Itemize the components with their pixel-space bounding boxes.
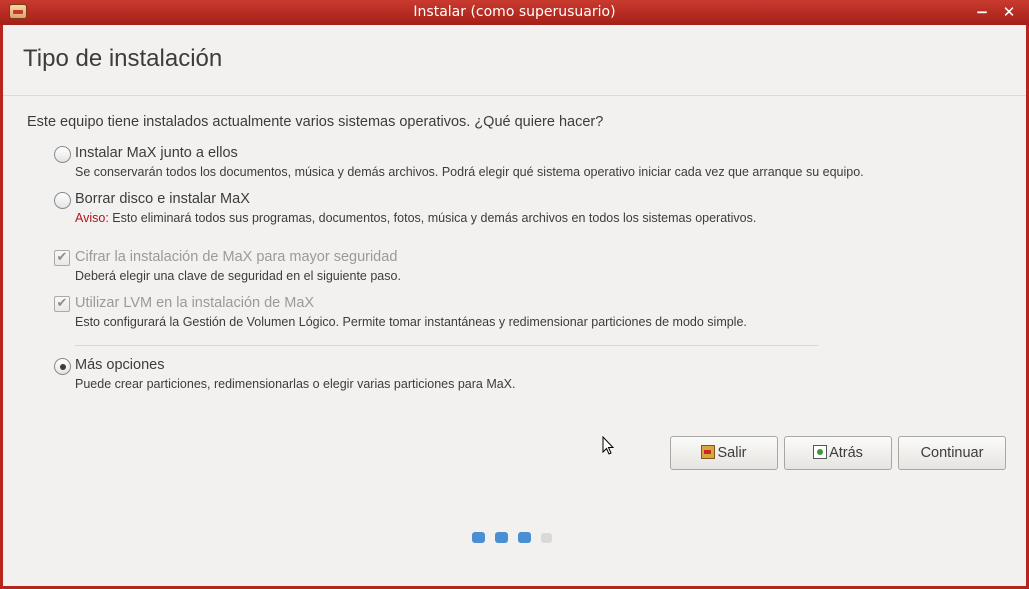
progress-dot-complete [518,532,531,543]
option-label[interactable]: Más opciones [75,357,164,373]
back-button[interactable]: Atrás [784,436,892,470]
option-label: Cifrar la instalación de MaX para mayor … [75,249,398,265]
radio-more-options[interactable] [54,358,71,375]
warning-text: Esto eliminará todos sus programas, docu… [108,211,757,225]
radio-erase-disk[interactable] [54,192,71,209]
installer-window: Instalar (como superusuario) − ✕ Tipo de… [0,0,1029,589]
progress-dot-complete [472,532,485,543]
option-label: Utilizar LVM en la instalación de MaX [75,295,315,311]
option-description: Esto configurará la Gestión de Volumen L… [75,315,747,329]
installation-question: Este equipo tiene instalados actualmente… [27,114,604,130]
checkbox-lvm: ✔ [54,296,70,312]
window-content: Tipo de instalación Este equipo tiene in… [3,25,1026,586]
warning-label: Aviso: [75,211,109,225]
title-bar[interactable]: Instalar (como superusuario) − ✕ [0,0,1029,25]
quit-button[interactable]: Salir [670,436,778,470]
back-label: Atrás [829,445,863,461]
progress-dot-complete [495,532,508,543]
option-description: Se conservarán todos los documentos, mús… [75,165,864,179]
checkbox-encrypt: ✔ [54,250,70,266]
options-divider [75,345,818,346]
mouse-pointer-icon [602,436,615,455]
radio-install-alongside[interactable] [54,146,71,163]
option-description: Aviso: Esto eliminará todos sus programa… [75,211,756,225]
option-description: Puede crear particiones, redimensionarla… [75,377,516,391]
option-label[interactable]: Instalar MaX junto a ellos [75,145,238,161]
window-title: Instalar (como superusuario) [413,4,616,20]
page-title: Tipo de instalación [23,45,223,72]
progress-dot-pending [541,533,552,543]
page-header: Tipo de instalación [3,25,1026,95]
back-icon [813,445,828,459]
quit-label: Salir [717,445,747,461]
quit-icon [701,445,716,459]
option-description: Deberá elegir una clave de seguridad en … [75,269,401,283]
header-divider [3,95,1026,96]
continue-button[interactable]: Continuar [898,436,1006,470]
option-label[interactable]: Borrar disco e instalar MaX [75,191,250,207]
minimize-button[interactable]: − [973,2,991,22]
close-button[interactable]: ✕ [1000,2,1018,22]
